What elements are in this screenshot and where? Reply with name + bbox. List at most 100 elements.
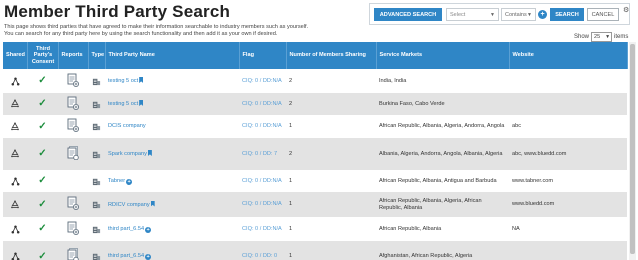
flag-value[interactable]: CIQ: 0 / DD:N/A	[242, 123, 282, 129]
bookmark-icon	[150, 200, 155, 207]
website: www.tabner.com	[512, 177, 554, 184]
consent-check-icon: ✓	[38, 175, 47, 186]
add-icon[interactable]: +	[126, 178, 133, 185]
bookmark-icon	[139, 77, 144, 83]
third-party-name-link[interactable]: third part_6.54	[108, 226, 144, 232]
flag-value[interactable]: CIQ: 0 / DD:N/A	[242, 78, 282, 84]
recycle-icon[interactable]	[6, 199, 24, 210]
col-header-name[interactable]: Third Party Name	[105, 42, 240, 69]
scrollbar-thumb[interactable]	[630, 44, 635, 254]
col-header-consent[interactable]: Third Party's Consent	[27, 42, 59, 69]
flag-value[interactable]: CIQ: 0 / DD: 7	[242, 151, 277, 157]
members-count: 1	[289, 123, 293, 129]
consent-check-icon: ✓	[38, 198, 47, 210]
recycle-icon[interactable]	[6, 149, 24, 159]
third-party-name-link[interactable]: testing 5 oct	[108, 78, 138, 84]
recycle-icon[interactable]	[6, 99, 24, 109]
third-party-name-link[interactable]: testing 5 oct	[108, 101, 138, 107]
report-doc-stack-icon[interactable]	[67, 145, 79, 160]
col-header-type[interactable]: Type	[88, 42, 106, 69]
description-line-1: This page shows third parties that have …	[4, 24, 309, 30]
report-doc-icon[interactable]	[67, 221, 79, 235]
flag-value[interactable]: CIQ: 0 / DD: 0	[242, 253, 277, 259]
consent-check-icon: ✓	[38, 223, 47, 234]
search-button[interactable]: SEARCH	[550, 8, 584, 21]
third-party-name-link[interactable]: Spark company	[108, 151, 147, 157]
flag-value[interactable]: CIQ: 0 / DD:N/A	[242, 226, 282, 232]
website: abc, www.bluedd.com	[512, 150, 567, 157]
report-doc-stack-icon[interactable]	[67, 248, 79, 260]
table-row[interactable]: ✓ DCIS company CIQ: 0 / DD:N/A 1 African Rep…	[3, 115, 627, 138]
bookmark-icon	[139, 100, 144, 106]
report-doc-icon[interactable]	[67, 118, 79, 132]
search-operator-select[interactable]: Contains ▼	[501, 8, 536, 21]
table-row[interactable]: ✓ Spark company CIQ: 0 / DD: 7 2 Albania, Al…	[3, 138, 627, 170]
page-size-control: Show 25 ▼ items	[574, 32, 628, 42]
members-count: 2	[289, 77, 293, 84]
report-doc-icon[interactable]	[67, 73, 79, 87]
col-header-reports[interactable]: Reports	[58, 42, 89, 69]
advanced-search-button[interactable]: ADVANCED SEARCH	[374, 8, 442, 21]
scrollbar[interactable]	[629, 42, 636, 260]
col-header-members[interactable]: Number of Members Sharing	[286, 42, 377, 69]
website: www.bluedd.com	[512, 201, 555, 207]
table-row[interactable]: ✓ third part_6.54 + CIQ: 0 / DD: 0 1 Afghanis…	[3, 241, 627, 260]
report-doc-icon[interactable]	[67, 196, 79, 210]
share-icon[interactable]	[6, 252, 24, 260]
third-party-name-link[interactable]: third part_6.54	[108, 253, 144, 259]
items-label: items	[614, 34, 629, 40]
table-row[interactable]: ✓ third part_6.54 + CIQ: 0 / DD:N/A 1 African…	[3, 217, 627, 241]
service-markets: India, India	[379, 77, 407, 84]
share-icon[interactable]	[6, 77, 24, 86]
page-size-select[interactable]: 25 ▼	[591, 32, 613, 42]
service-markets: African Republic, Albania, Algeria, Ando…	[379, 123, 505, 129]
share-icon[interactable]	[6, 225, 24, 234]
consent-check-icon: ✓	[38, 250, 47, 260]
members-count: 2	[289, 100, 293, 107]
add-criteria-icon[interactable]: +	[538, 10, 547, 19]
third-party-name-link[interactable]: Tabner	[108, 178, 125, 184]
service-markets: Albania, Algeria, Andorra, Angola, Alban…	[379, 150, 503, 157]
members-count: 1	[289, 225, 293, 232]
third-party-name-link[interactable]: RDICV company	[108, 202, 150, 208]
flag-value[interactable]: CIQ: 0 / DD:N/A	[242, 101, 282, 107]
col-header-markets[interactable]: Service Markets	[376, 42, 510, 69]
building-icon	[91, 100, 102, 109]
building-icon	[91, 252, 102, 260]
chevron-down-icon: ▼	[490, 12, 495, 18]
building-icon	[91, 200, 102, 209]
page-title: Member Third Party Search	[4, 2, 231, 21]
col-header-website[interactable]: Website	[509, 42, 628, 69]
building-icon	[91, 122, 102, 131]
table-header-row: Shared Third Party's Consent Reports Typ…	[3, 42, 628, 69]
cancel-button[interactable]: CANCEL	[587, 8, 619, 21]
report-doc-icon[interactable]	[67, 96, 79, 110]
third-party-name-link[interactable]: DCIS company	[108, 123, 146, 129]
table-row[interactable]: ✓ testing 5 oct CIQ: 0 / DD:N/A 2 India, Ind…	[3, 69, 627, 93]
share-icon[interactable]	[6, 177, 24, 186]
chevron-down-icon: ▼	[527, 12, 532, 18]
col-header-shared[interactable]: Shared	[3, 42, 28, 69]
consent-check-icon: ✓	[38, 120, 47, 132]
table-row[interactable]: ✓ RDICV company CIQ: 0 / DD:N/A 1 African Re…	[3, 192, 627, 217]
chevron-down-icon: ▼	[605, 34, 611, 40]
bookmark-icon	[147, 150, 152, 156]
search-field-select[interactable]: Select ▼	[446, 8, 499, 21]
search-panel: ADVANCED SEARCH Select ▼ Contains ▼ + SE…	[369, 3, 630, 25]
add-icon[interactable]: +	[145, 254, 152, 260]
add-icon[interactable]: +	[145, 226, 152, 233]
service-markets: Afghanistan, African Republic, Algeria	[379, 253, 473, 259]
col-header-flag[interactable]: Flag	[239, 42, 287, 69]
flag-value[interactable]: CIQ: 0 / DD:N/A	[242, 178, 282, 184]
members-count: 2	[289, 150, 293, 157]
service-markets: African Republic, Albania	[379, 225, 442, 232]
flag-value[interactable]: CIQ: 0 / DD:N/A	[242, 201, 282, 207]
building-icon	[91, 77, 102, 86]
recycle-icon[interactable]	[6, 121, 24, 132]
gear-icon[interactable]: ⚙	[623, 6, 629, 14]
consent-check-icon: ✓	[38, 98, 47, 109]
website: NA	[512, 225, 520, 232]
building-icon	[91, 150, 102, 159]
table-row[interactable]: ✓ testing 5 oct CIQ: 0 / DD:N/A 2 Burkina Fa…	[3, 93, 627, 115]
table-row[interactable]: ✓ Tabner + CIQ: 0 / DD:N/A 1 African Republic…	[3, 170, 627, 192]
